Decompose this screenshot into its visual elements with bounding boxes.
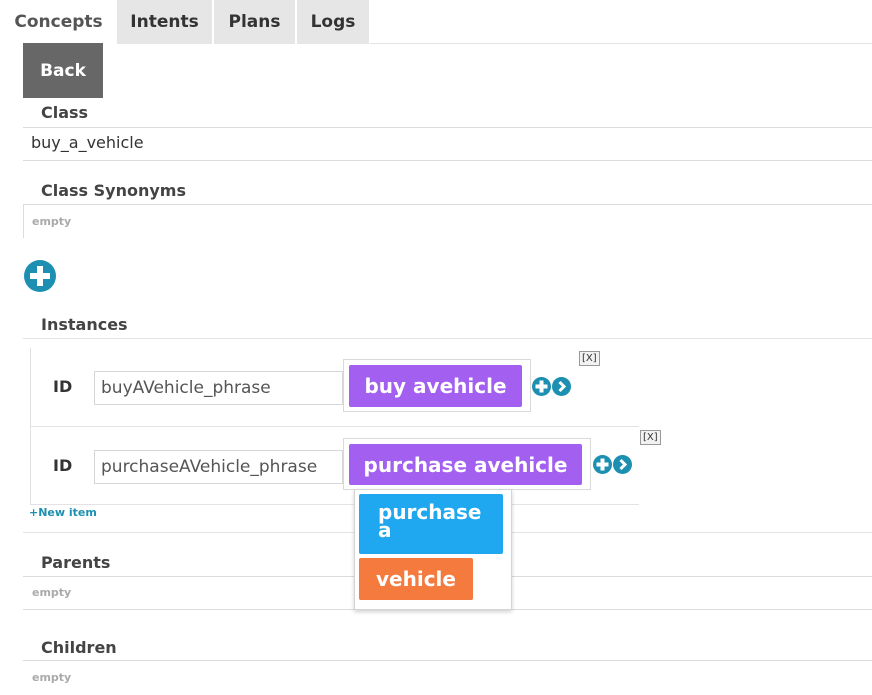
class-synonyms-value[interactable]: empty [32, 215, 71, 228]
instances-label: Instances [41, 315, 128, 334]
tab-bar-divider [370, 43, 872, 44]
instances-row-divider [30, 426, 639, 427]
instance-id-input[interactable] [94, 450, 343, 484]
add-phrase-plus-icon[interactable] [532, 377, 551, 396]
children-field[interactable] [23, 660, 872, 695]
tab-logs[interactable]: Logs [297, 0, 369, 44]
token-chip-purchase-a-label: purchase a [378, 500, 482, 542]
tab-intents[interactable]: Intents [117, 0, 212, 44]
expand-phrase-chevron-icon[interactable] [613, 455, 632, 474]
instances-bottom-divider [30, 504, 639, 505]
tab-concepts[interactable]: Concepts [0, 0, 117, 44]
expand-phrase-chevron-icon[interactable] [552, 377, 571, 396]
back-button[interactable]: Back [23, 43, 103, 98]
instance-id-input[interactable] [94, 371, 343, 405]
remove-instance-button[interactable]: [X] [640, 430, 661, 445]
phrase-chip[interactable]: buy avehicle [349, 365, 522, 407]
token-chip-vehicle[interactable]: vehicle [359, 558, 473, 600]
class-label: Class [41, 103, 89, 122]
parents-label: Parents [41, 553, 111, 572]
class-synonyms-label: Class Synonyms [41, 181, 186, 200]
new-item-link[interactable]: +New item [29, 506, 97, 519]
instances-top-divider [23, 338, 872, 339]
remove-instance-button[interactable]: [X] [579, 351, 600, 366]
children-value[interactable]: empty [32, 671, 71, 684]
tab-plans[interactable]: Plans [214, 0, 295, 44]
children-label: Children [41, 638, 117, 657]
phrase-chip[interactable]: purchase avehicle [349, 444, 582, 485]
class-field[interactable] [23, 127, 872, 161]
instance-id-label: ID [53, 456, 73, 475]
class-value[interactable]: buy_a_vehicle [31, 133, 144, 152]
parents-value[interactable]: empty [32, 586, 71, 599]
add-phrase-plus-icon[interactable] [593, 455, 612, 474]
add-synonym-plus-icon[interactable] [24, 260, 56, 292]
instance-id-label: ID [53, 377, 73, 396]
class-synonyms-field[interactable] [23, 204, 872, 238]
